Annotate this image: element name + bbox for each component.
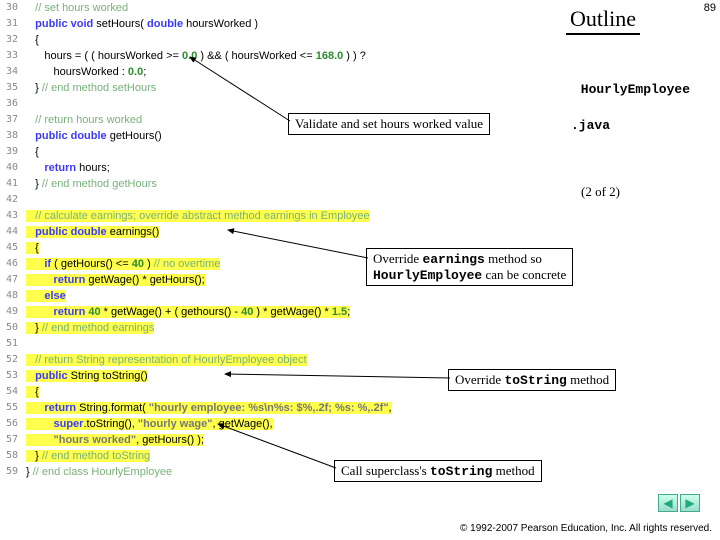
file-ext-label: .java bbox=[571, 118, 610, 133]
code-block: // set hours worked public void setHours… bbox=[26, 0, 392, 480]
next-button[interactable]: ▶ bbox=[680, 494, 700, 512]
line-number-gutter: 303132 333435 363738 394041 424344 45464… bbox=[0, 0, 22, 480]
outline-heading: Outline bbox=[566, 6, 640, 35]
pager-label: (2 of 2) bbox=[581, 184, 620, 200]
chevron-right-icon: ▶ bbox=[685, 496, 694, 510]
filename-label: HourlyEmployee bbox=[581, 82, 690, 97]
chevron-left-icon: ◀ bbox=[663, 496, 672, 510]
callout-super: Call superclass's toString method bbox=[334, 460, 542, 482]
callout-validate: Validate and set hours worked value bbox=[288, 113, 490, 135]
callout-tostring: Override toString method bbox=[448, 369, 616, 391]
callout-earnings: Override earnings method so HourlyEmploy… bbox=[366, 248, 573, 286]
prev-button[interactable]: ◀ bbox=[658, 494, 678, 512]
footer-copyright: © 1992-2007 Pearson Education, Inc. All … bbox=[460, 523, 712, 534]
nav-buttons: ◀ ▶ bbox=[658, 494, 700, 512]
slide-number: 89 bbox=[704, 2, 716, 14]
